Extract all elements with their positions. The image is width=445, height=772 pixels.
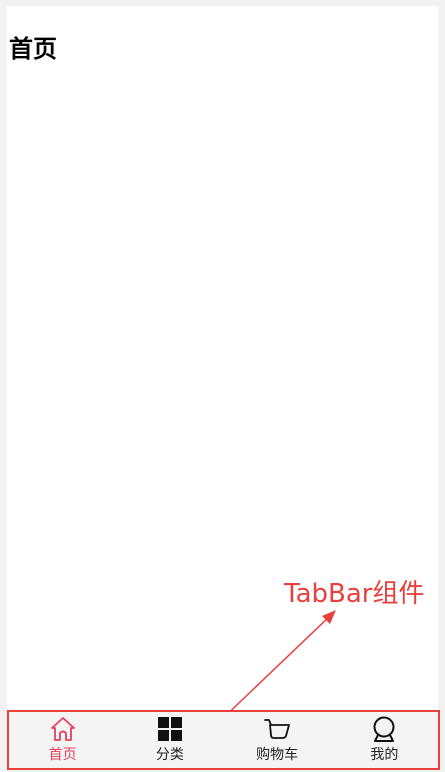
tab-bar: 首页 分类 购物车 我的 — [7, 710, 440, 770]
home-icon — [50, 717, 75, 741]
category-grid-icon — [157, 717, 182, 741]
page-title: 首页 — [9, 35, 57, 63]
tab-category-label: 分类 — [155, 747, 184, 763]
shopping-cart-icon — [264, 719, 291, 739]
tab-category[interactable]: 分类 — [116, 712, 223, 768]
tab-profile[interactable]: 我的 — [331, 712, 438, 768]
tab-cart-label: 购物车 — [256, 747, 299, 763]
tab-profile-label: 我的 — [370, 747, 399, 763]
tab-home[interactable]: 首页 — [9, 712, 116, 768]
tab-home-label: 首页 — [48, 747, 77, 763]
tab-cart[interactable]: 购物车 — [224, 712, 331, 768]
profile-icon — [373, 716, 395, 742]
